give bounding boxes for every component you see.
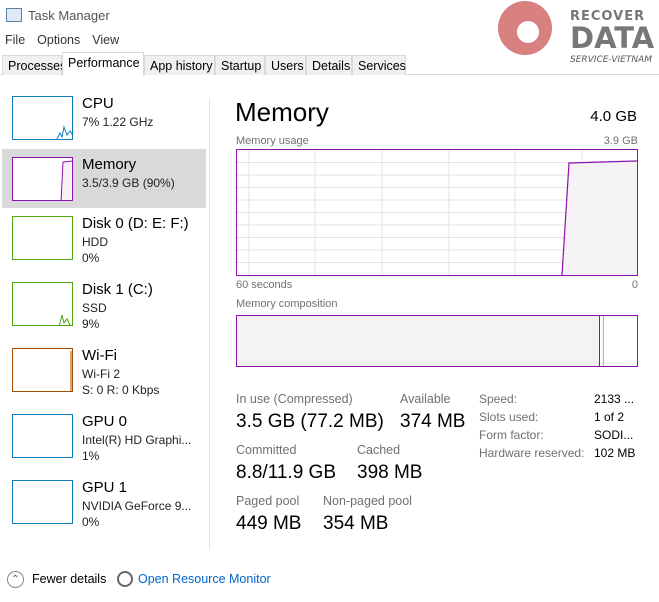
available-value: 374 MB xyxy=(400,411,466,432)
menu-view[interactable]: View xyxy=(92,33,119,47)
tab-performance[interactable]: Performance xyxy=(62,52,144,76)
sidebar-detail: 7% 1.22 GHz xyxy=(82,115,154,129)
sidebar-label: Memory xyxy=(82,156,137,173)
svg-text:SERVICE-VIETNAM: SERVICE-VIETNAM xyxy=(570,55,652,62)
disk0-thumbnail-graph xyxy=(12,216,73,260)
open-resource-monitor-link[interactable]: Open Resource Monitor xyxy=(138,572,271,586)
non-paged-pool-value: 354 MB xyxy=(323,513,389,534)
speed-label: Speed: xyxy=(479,392,518,406)
committed-value: 8.8/11.9 GB xyxy=(236,462,336,483)
memory-composition-bar xyxy=(236,315,638,367)
in-use-label: In use (Compressed) xyxy=(236,392,353,406)
sidebar-label: Disk 1 (C:) xyxy=(82,281,153,298)
in-use-segment[interactable] xyxy=(237,316,600,366)
memory-thumbnail-graph xyxy=(12,157,73,201)
memory-usage-graph xyxy=(236,149,638,276)
footer: ⌃ Fewer details Open Resource Monitor xyxy=(0,568,659,592)
sidebar-detail: SSD xyxy=(82,301,107,315)
in-use-value: 3.5 GB (77.2 MB) xyxy=(236,411,384,432)
available-label: Available xyxy=(400,392,451,406)
disk1-thumbnail-graph xyxy=(12,282,73,326)
divider[interactable] xyxy=(209,98,210,550)
sidebar-detail: Wi-Fi 2 xyxy=(82,367,120,381)
committed-label: Committed xyxy=(236,443,297,457)
tab-services[interactable]: Services xyxy=(352,55,406,75)
tab-users[interactable]: Users xyxy=(265,55,306,75)
sidebar-item-gpu-1[interactable]: GPU 1 NVIDIA GeForce 9... 0% xyxy=(2,479,206,540)
sidebar-detail: 3.5/3.9 GB (90%) xyxy=(82,176,175,190)
speed-value: 2133 ... xyxy=(594,392,635,406)
slots-value: 1 of 2 xyxy=(594,410,625,424)
cached-value: 398 MB xyxy=(357,462,423,483)
modified-segment[interactable] xyxy=(601,316,604,366)
sidebar-label: GPU 0 xyxy=(82,413,128,430)
memory-total: 4.0 GB xyxy=(590,108,637,125)
sidebar-value: 0% xyxy=(82,251,100,265)
time-axis-left: 60 seconds xyxy=(236,279,293,291)
watermark-logo: RECOVER DATA SERVICE-VIETNAM xyxy=(498,0,659,65)
usage-max: 3.9 GB xyxy=(603,135,638,147)
memory-usage-area xyxy=(562,161,637,275)
sidebar-item-memory[interactable]: Memory 3.5/3.9 GB (90%) xyxy=(2,149,206,208)
sidebar-label: Disk 0 (D: E: F:) xyxy=(82,215,189,232)
form-factor-label: Form factor: xyxy=(479,428,544,442)
sidebar-detail: Intel(R) HD Graphi... xyxy=(82,433,192,447)
tab-details[interactable]: Details xyxy=(306,55,352,75)
resource-monitor-icon xyxy=(117,571,133,587)
time-axis-right: 0 xyxy=(631,279,638,291)
fewer-details-button[interactable]: Fewer details xyxy=(32,572,106,586)
window-title: Task Manager xyxy=(28,8,110,23)
cpu-thumbnail-graph xyxy=(12,96,73,140)
gpu1-thumbnail-graph xyxy=(12,480,73,524)
gpu0-thumbnail-graph xyxy=(12,414,73,458)
wifi-thumbnail-graph xyxy=(12,348,73,392)
sidebar-value: S: 0 R: 0 Kbps xyxy=(82,383,160,397)
sidebar-label: CPU xyxy=(82,95,114,112)
paged-pool-value: 449 MB xyxy=(236,513,302,534)
paged-pool-label: Paged pool xyxy=(236,494,300,508)
menu-options[interactable]: Options xyxy=(37,33,80,47)
sidebar-item-disk-0[interactable]: Disk 0 (D: E: F:) HDD 0% xyxy=(2,215,206,276)
sidebar-label: Wi-Fi xyxy=(82,347,117,364)
svg-text:DATA: DATA xyxy=(570,21,655,55)
usage-label: Memory usage xyxy=(236,135,309,147)
sidebar-detail: HDD xyxy=(82,235,108,249)
sidebar-value: 9% xyxy=(82,317,100,331)
menu-file[interactable]: File xyxy=(5,33,25,47)
tab-processes[interactable]: Processes xyxy=(2,55,66,75)
slots-label: Slots used: xyxy=(479,410,539,424)
chevron-up-icon[interactable]: ⌃ xyxy=(7,571,24,588)
page-title: Memory xyxy=(235,97,329,127)
tab-app-history[interactable]: App history xyxy=(144,55,215,75)
sidebar-item-cpu[interactable]: CPU 7% 1.22 GHz xyxy=(2,95,206,156)
composition-label: Memory composition xyxy=(236,298,338,310)
form-factor-value: SODI... xyxy=(594,428,634,442)
sidebar-value: 0% xyxy=(82,515,100,529)
tab-startup[interactable]: Startup xyxy=(215,55,265,75)
task-manager-icon xyxy=(6,8,22,22)
sidebar-value: 1% xyxy=(82,449,100,463)
sidebar-detail: NVIDIA GeForce 9... xyxy=(82,499,192,513)
sidebar-item-disk-1[interactable]: Disk 1 (C:) SSD 9% xyxy=(2,281,206,342)
cached-label: Cached xyxy=(357,443,401,457)
sidebar-item-gpu-0[interactable]: GPU 0 Intel(R) HD Graphi... 1% xyxy=(2,413,206,474)
non-paged-pool-label: Non-paged pool xyxy=(323,494,412,508)
sidebar-label: GPU 1 xyxy=(82,479,128,496)
menu-bar: File Options View xyxy=(0,33,126,51)
sidebar-item-wifi[interactable]: Wi-Fi Wi-Fi 2 S: 0 R: 0 Kbps xyxy=(2,347,206,408)
hardware-reserved-label: Hardware reserved: xyxy=(479,446,585,460)
hardware-reserved-value: 102 MB xyxy=(594,446,636,460)
